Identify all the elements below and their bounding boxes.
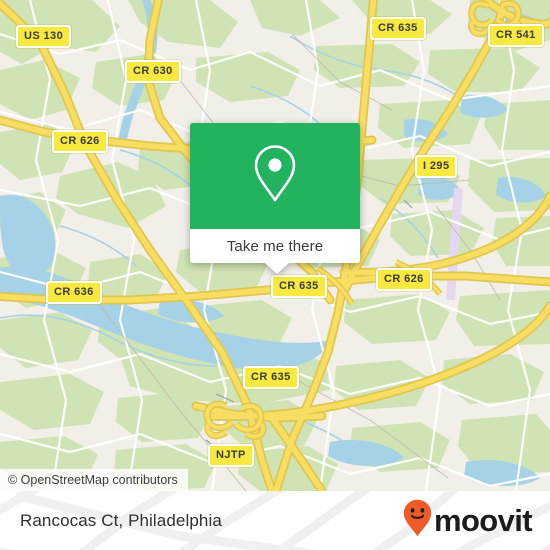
road-shield[interactable]: CR 635 (370, 17, 426, 40)
road-shield[interactable]: CR 636 (46, 281, 102, 304)
location-popup-card[interactable]: Take me there (190, 123, 360, 274)
road-shield[interactable]: I 295 (415, 155, 458, 178)
road-shield[interactable]: NJTP (208, 444, 254, 467)
road-shield[interactable]: US 130 (16, 25, 72, 48)
road-shield[interactable]: CR 635 (271, 275, 327, 298)
moovit-logo[interactable]: moovit (403, 491, 533, 550)
moovit-pin-smiley-icon (403, 499, 432, 542)
take-me-there-button[interactable]: Take me there (190, 229, 360, 263)
road-shield[interactable]: CR 630 (125, 60, 181, 83)
moovit-map-screenshot: US 130 CR 630 CR 635 CR 541 CR 626 I 295… (0, 0, 550, 550)
road-shield[interactable]: CR 635 (243, 366, 299, 389)
road-shield[interactable]: CR 541 (488, 24, 544, 47)
road-shield[interactable]: CR 626 (376, 268, 432, 291)
osm-attribution[interactable]: © OpenStreetMap contributors (0, 469, 188, 491)
take-me-there-label: Take me there (226, 237, 324, 255)
map-pin-icon (252, 143, 298, 210)
osm-attribution-label: © OpenStreetMap contributors (8, 473, 178, 487)
footer-bar: Rancocas Ct, Philadelphia moovit (0, 491, 550, 550)
road-shield[interactable]: CR 626 (52, 130, 108, 153)
moovit-wordmark: moovit (433, 503, 533, 538)
location-title-label: Rancocas Ct, Philadelphia (20, 510, 222, 530)
popup-header (190, 123, 360, 229)
location-title: Rancocas Ct, Philadelphia (20, 491, 222, 550)
map-canvas[interactable]: US 130 CR 630 CR 635 CR 541 CR 626 I 295… (0, 0, 550, 491)
popup-pointer (265, 263, 289, 274)
